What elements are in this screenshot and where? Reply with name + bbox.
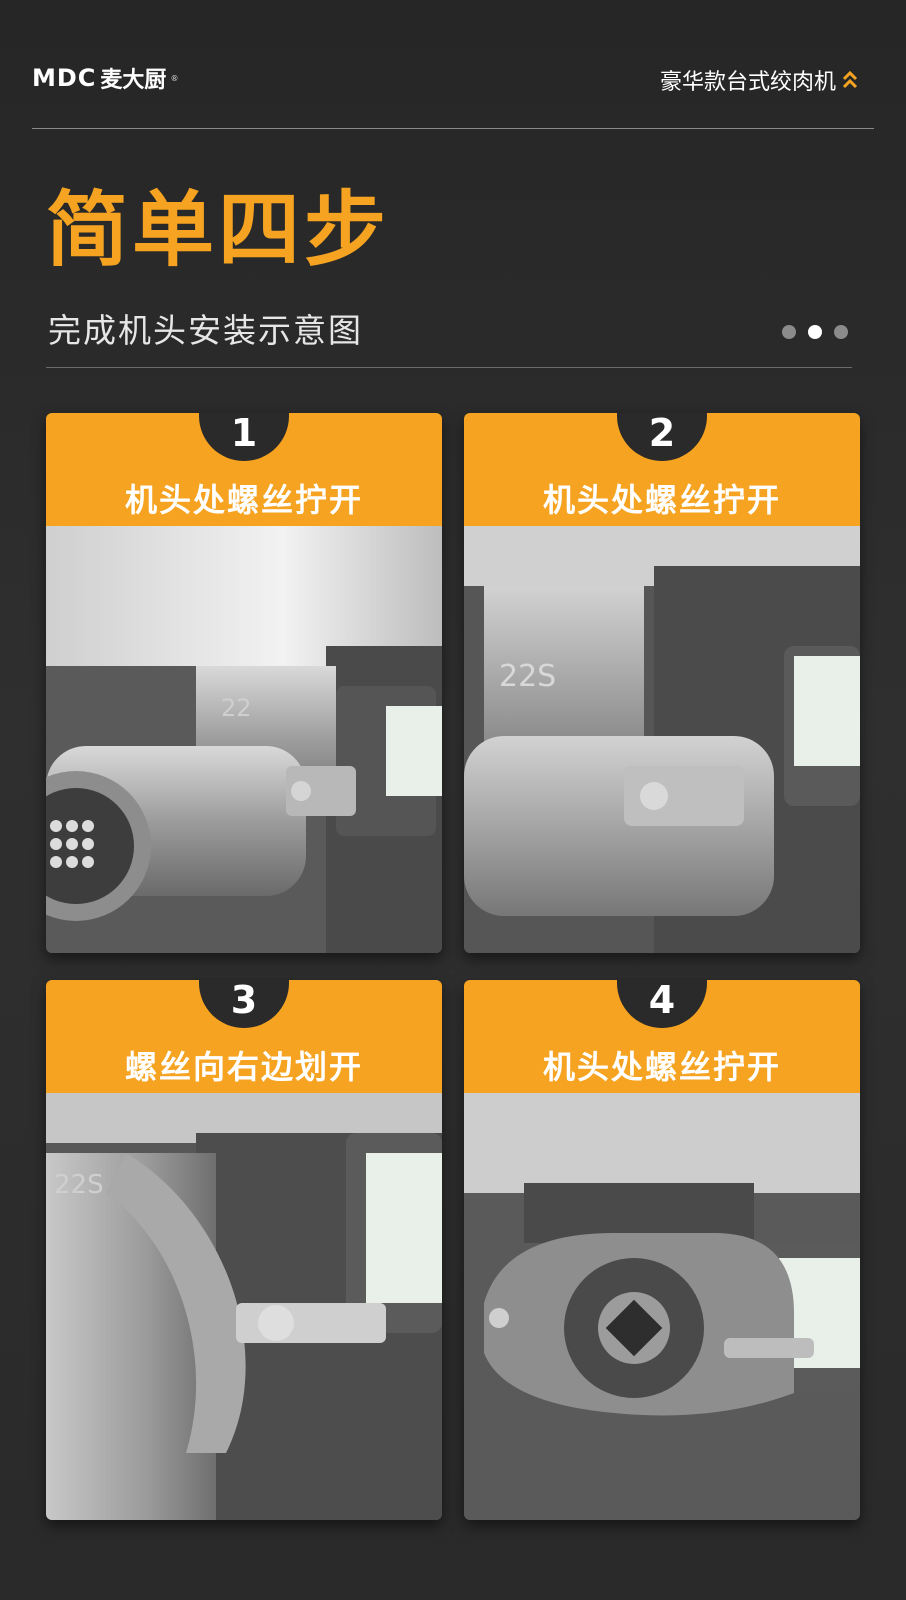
grinder-head-closeup-icon: 22 <box>46 526 442 953</box>
step-number: 2 <box>648 413 676 455</box>
brand-logo[interactable]: MDC 麦大厨 ® <box>32 62 178 94</box>
logo-chinese: 麦大厨 <box>100 68 167 93</box>
pager-dot[interactable] <box>834 325 848 339</box>
step-card-1: 1 机头处螺丝拧开 22 <box>46 413 442 953</box>
step-card-2: 2 机头处螺丝拧开 22S <box>464 413 860 953</box>
step-card-3: 3 螺丝向右边划开 22S <box>46 980 442 1520</box>
step-card-4: 4 机头处螺丝拧开 <box>464 980 860 1520</box>
step-header: 3 螺丝向右边划开 <box>46 980 442 1093</box>
svg-text:22S: 22S <box>54 1170 104 1200</box>
step-number-notch: 2 <box>617 413 707 461</box>
top-bar: MDC 麦大厨 ® 豪华款台式绞肉机 <box>32 58 858 98</box>
step-number: 3 <box>230 980 258 1022</box>
step-label: 螺丝向右边划开 <box>124 1048 363 1086</box>
step-header: 2 机头处螺丝拧开 <box>464 413 860 526</box>
grinder-head-removed-icon <box>464 1093 860 1520</box>
page-subtitle: 完成机头安装示意图 <box>48 311 363 350</box>
svg-text:22S: 22S <box>499 659 556 694</box>
step-header: 1 机头处螺丝拧开 <box>46 413 442 526</box>
model-text: 豪华款台式绞肉机 <box>659 70 836 95</box>
model-name: 豪华款台式绞肉机 <box>660 64 858 96</box>
svg-text:22: 22 <box>221 694 252 722</box>
step-label: 机头处螺丝拧开 <box>542 1048 781 1086</box>
grinder-neck-screw-icon: 22S <box>464 526 860 953</box>
step-photo: 22 <box>46 526 442 953</box>
step-header: 4 机头处螺丝拧开 <box>464 980 860 1093</box>
step-label: 机头处螺丝拧开 <box>542 481 781 519</box>
step-photo <box>464 1093 860 1520</box>
step-photo: 22S <box>464 526 860 953</box>
page-title: 简单四步 <box>46 183 391 278</box>
step-number-notch: 1 <box>199 413 289 461</box>
screw-slide-right-icon: 22S <box>46 1093 442 1520</box>
header-divider <box>32 128 874 129</box>
double-chevron-up-icon <box>842 70 858 89</box>
step-number-notch: 4 <box>617 980 707 1028</box>
step-number: 1 <box>230 413 258 455</box>
logo-latin: MDC <box>32 64 97 92</box>
pager-dot-active[interactable] <box>808 325 822 339</box>
title-divider <box>46 367 852 368</box>
step-number: 4 <box>648 980 676 1022</box>
pager-dot[interactable] <box>782 325 796 339</box>
registered-mark: ® <box>170 73 179 83</box>
step-label: 机头处螺丝拧开 <box>124 481 363 519</box>
step-photo: 22S <box>46 1093 442 1520</box>
step-number-notch: 3 <box>199 980 289 1028</box>
pager-dots <box>782 325 848 339</box>
